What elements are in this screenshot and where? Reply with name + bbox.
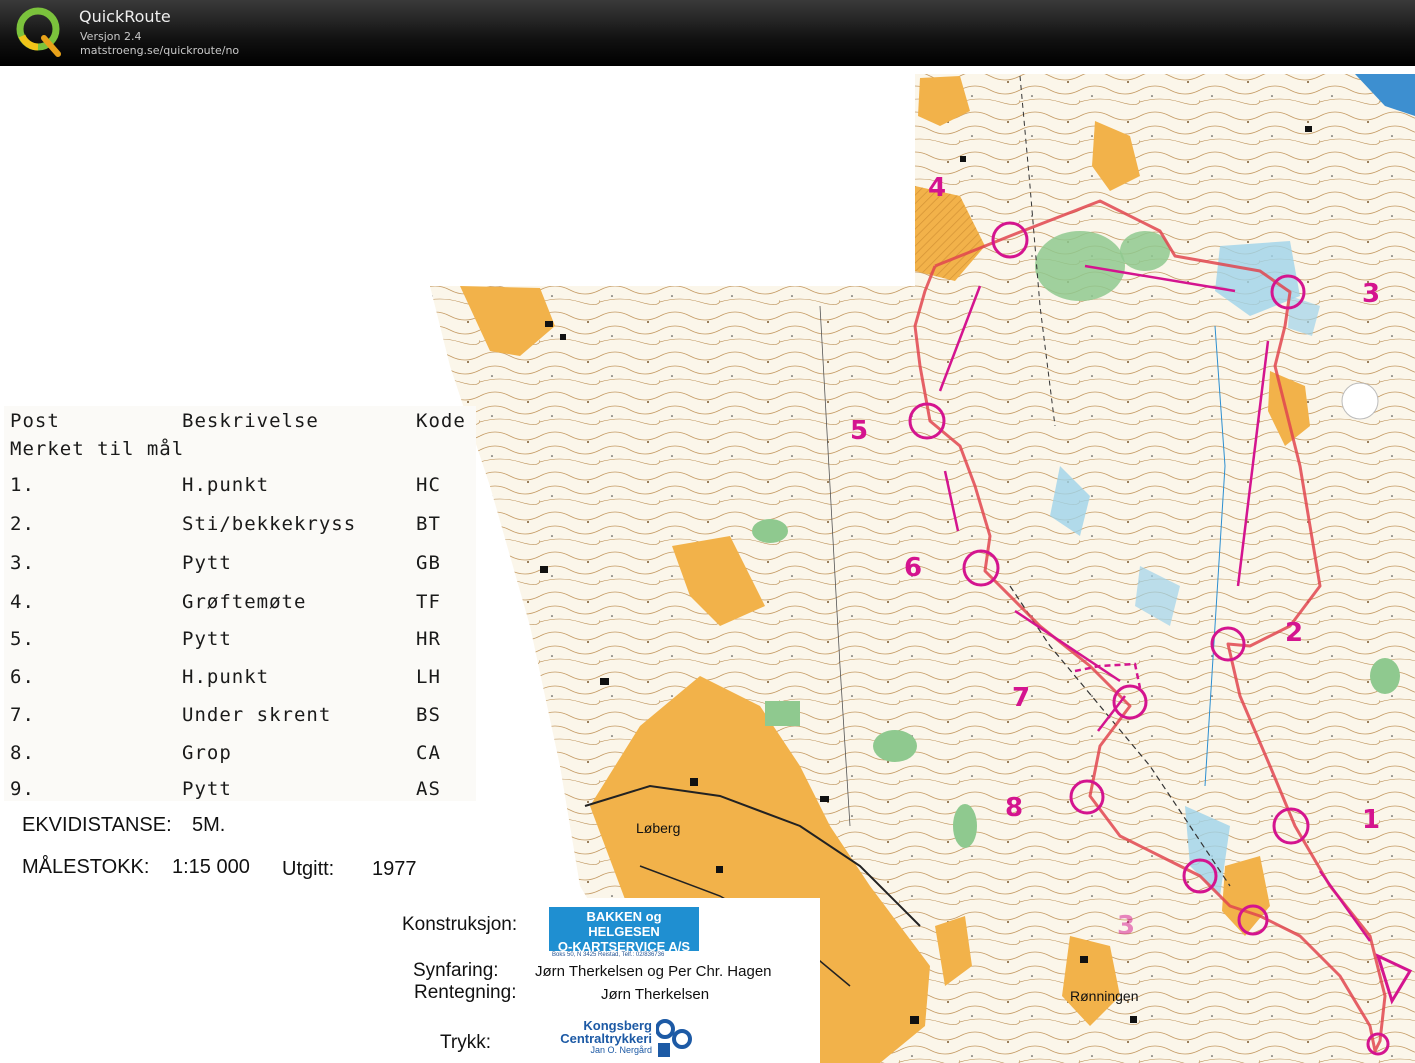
green-vegetation xyxy=(765,701,800,726)
synfaring-label: Synfaring: xyxy=(413,960,499,981)
rentegning-label: Rentegning: xyxy=(414,982,517,1003)
control-number: 2 xyxy=(1285,618,1303,648)
header-post: Post xyxy=(10,410,60,432)
contour-interval-box: EKVIDISTANSE: 5M. xyxy=(18,812,258,840)
control-description-table: Post Beskrivelse Kode Merket til mål 1. … xyxy=(4,406,476,801)
synfaring-value: Jørn Therkelsen og Per Chr. Hagen xyxy=(535,963,772,980)
table-row: 9. Pytt AS xyxy=(10,778,441,800)
control-number: 5 xyxy=(850,416,868,446)
punch-hole xyxy=(1341,382,1379,420)
app-url: matstroeng.se/quickroute/no xyxy=(80,44,240,57)
table-row: 2. Sti/bekkekryss BT xyxy=(10,513,441,535)
company-address: Boks 50, N 3425 Reistad, Telf.: 02/83673… xyxy=(552,952,665,958)
app-title: QuickRoute xyxy=(79,7,171,26)
control-number: 6 xyxy=(904,553,922,583)
table-row: 1. H.punkt HC xyxy=(10,474,441,496)
published-box: Utgitt: 1977 xyxy=(278,854,420,884)
control-number: 8 xyxy=(1005,793,1023,823)
table-subheader: Merket til mål xyxy=(10,438,185,460)
table-row: 4. Grøftemøte TF xyxy=(10,591,441,613)
map-credits: Konstruksjon: BAKKEN og HELGESEN O-KARTS… xyxy=(400,898,820,1063)
kongsberg-centraltrykkeri-logo: Kongsberg Centraltrykkeri Jan O. Nergård xyxy=(552,1019,692,1059)
header-beskrivelse: Beskrivelse xyxy=(182,410,319,432)
table-header: Post Beskrivelse Kode xyxy=(4,410,476,440)
scale-box: MÅLESTOKK: 1:15 000 xyxy=(18,852,260,884)
place-name: Rønningen xyxy=(1070,988,1139,1004)
control-number: 1 xyxy=(1362,805,1380,835)
rentegning-value: Jørn Therkelsen xyxy=(601,986,710,1003)
bakken-helgesen-logo: BAKKEN og HELGESEN O-KARTSERVICE A/S xyxy=(549,907,699,954)
header-kode: Kode xyxy=(416,410,466,432)
green-vegetation xyxy=(1370,658,1400,694)
table-row: 7. Under skrent BS xyxy=(10,704,441,726)
title-bar: QuickRoute Versjon 2.4 matstroeng.se/qui… xyxy=(0,0,1415,67)
green-vegetation xyxy=(1035,231,1125,301)
control-number: 4 xyxy=(928,173,946,203)
green-vegetation xyxy=(953,804,977,848)
control-number: 3 xyxy=(1117,911,1135,941)
table-row: 3. Pytt GB xyxy=(10,552,441,574)
table-row: 8. Grop CA xyxy=(10,742,441,764)
control-number: 7 xyxy=(1012,683,1030,713)
app-version: Versjon 2.4 xyxy=(80,30,142,43)
trykk-label: Trykk: xyxy=(440,1032,492,1053)
map-viewport[interactable]: 4 3 5 6 2 7 8 1 3 Løberg Rønningen Post … xyxy=(0,66,1415,1063)
printer-logo-icon xyxy=(656,1019,692,1057)
green-vegetation xyxy=(752,519,788,543)
konstruksjon-label: Konstruksjon: xyxy=(402,914,518,935)
quickroute-logo-icon xyxy=(16,7,61,57)
place-name: Løberg xyxy=(636,820,680,836)
table-row: 6. H.punkt LH xyxy=(10,666,441,688)
control-number: 3 xyxy=(1362,279,1380,309)
table-row: 5. Pytt HR xyxy=(10,628,441,650)
green-vegetation xyxy=(873,730,917,762)
